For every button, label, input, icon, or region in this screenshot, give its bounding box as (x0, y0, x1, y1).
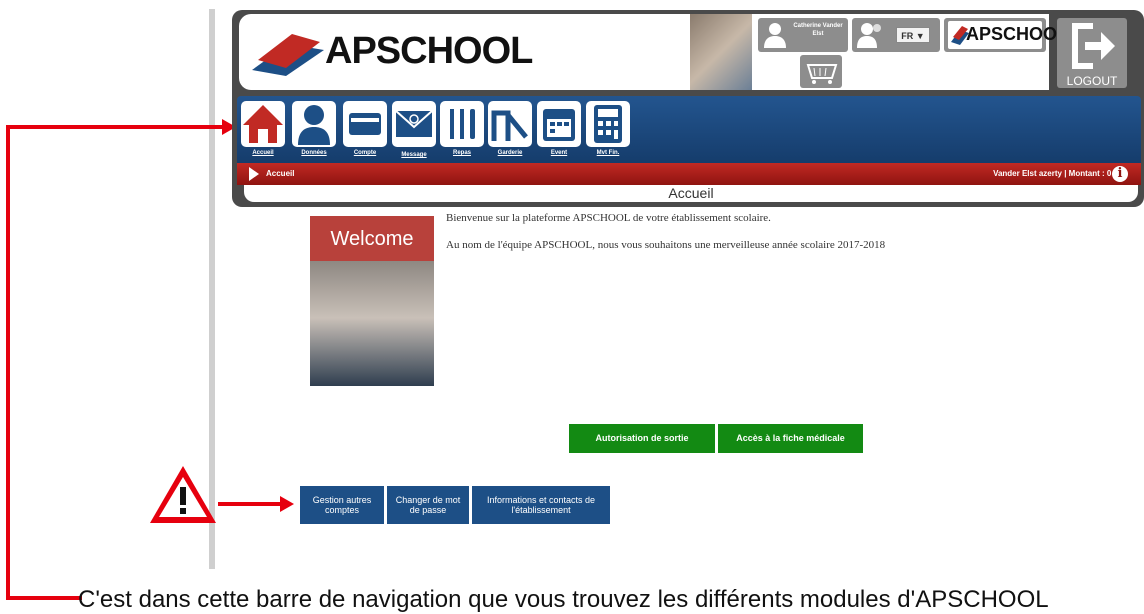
nav-label-compte[interactable]: Compte (340, 150, 390, 156)
exit-authorization-button[interactable]: Autorisation de sortie (569, 424, 715, 453)
language-select[interactable]: FR ▼ (896, 27, 930, 43)
nav-label-mvt-fin[interactable]: Mvt Fin. (583, 150, 633, 156)
calendar-icon (543, 109, 575, 141)
nav-label-message[interactable]: Message (389, 152, 439, 158)
nav-item-garderie[interactable] (488, 101, 532, 147)
welcome-banner: Welcome (330, 228, 414, 250)
breadcrumb[interactable]: Accueil (266, 169, 294, 178)
welcome-text: Au nom de l'équipe APSCHOOL, nous vous s… (446, 239, 886, 251)
calculator-icon (594, 105, 622, 143)
apschool-logo-icon (252, 34, 324, 76)
app-logo[interactable]: APSCHOOL (325, 30, 533, 73)
logout-icon (1072, 23, 1115, 69)
cart-icon (806, 64, 838, 84)
annotation-arrowhead-warning (280, 496, 294, 512)
intro-text: Bienvenue sur la plateforme APSCHOOL de … (446, 212, 771, 224)
envelope-icon (395, 110, 433, 137)
warning-icon (150, 466, 216, 523)
annotation-arrow-nav (6, 125, 228, 600)
annotation-caption: C'est dans cette barre de navigation que… (78, 586, 1049, 613)
nav-item-message[interactable] (392, 101, 436, 147)
school-info-button[interactable]: Informations et contacts de l'établissem… (472, 486, 610, 524)
user-name: Catherine Vander Elst (793, 23, 843, 37)
nav-label-accueil[interactable]: Accueil (238, 150, 288, 156)
breadcrumb-arrow-icon (249, 167, 259, 181)
account-balance: Vander Elst azerty | Montant : 0 € (993, 169, 1118, 178)
small-logo: APSCHOOL (966, 24, 1069, 44)
page-title: Accueil (244, 185, 1138, 202)
header-photo (690, 14, 752, 90)
nav-item-event[interactable] (537, 101, 581, 147)
nav-item-repas[interactable] (440, 101, 484, 147)
user-icon (764, 23, 786, 48)
nav-label-donnees[interactable]: Données (289, 150, 339, 156)
logout-label: LOGOUT (1066, 74, 1118, 88)
change-password-button[interactable]: Changer de mot de passe (387, 486, 469, 524)
nav-item-accueil[interactable] (241, 101, 285, 147)
medical-record-button[interactable]: Accès à la fiche médicale (718, 424, 863, 453)
nav-item-mvt-fin[interactable] (586, 101, 630, 147)
nav-label-garderie[interactable]: Garderie (485, 150, 535, 156)
wallet-icon (349, 113, 381, 135)
utensils-icon (450, 109, 475, 139)
nav-item-donnees[interactable] (292, 101, 336, 147)
nav-label-event[interactable]: Event (534, 150, 584, 156)
home-icon (243, 105, 283, 143)
nav-label-repas[interactable]: Repas (437, 150, 487, 156)
nav-item-compte[interactable] (343, 101, 387, 147)
users-icon[interactable] (856, 21, 886, 49)
playground-icon (491, 110, 528, 141)
person-icon (298, 105, 330, 145)
cart-button[interactable] (800, 55, 842, 88)
manage-accounts-button[interactable]: Gestion autres comptes (300, 486, 384, 524)
info-icon[interactable]: i (1112, 166, 1128, 182)
